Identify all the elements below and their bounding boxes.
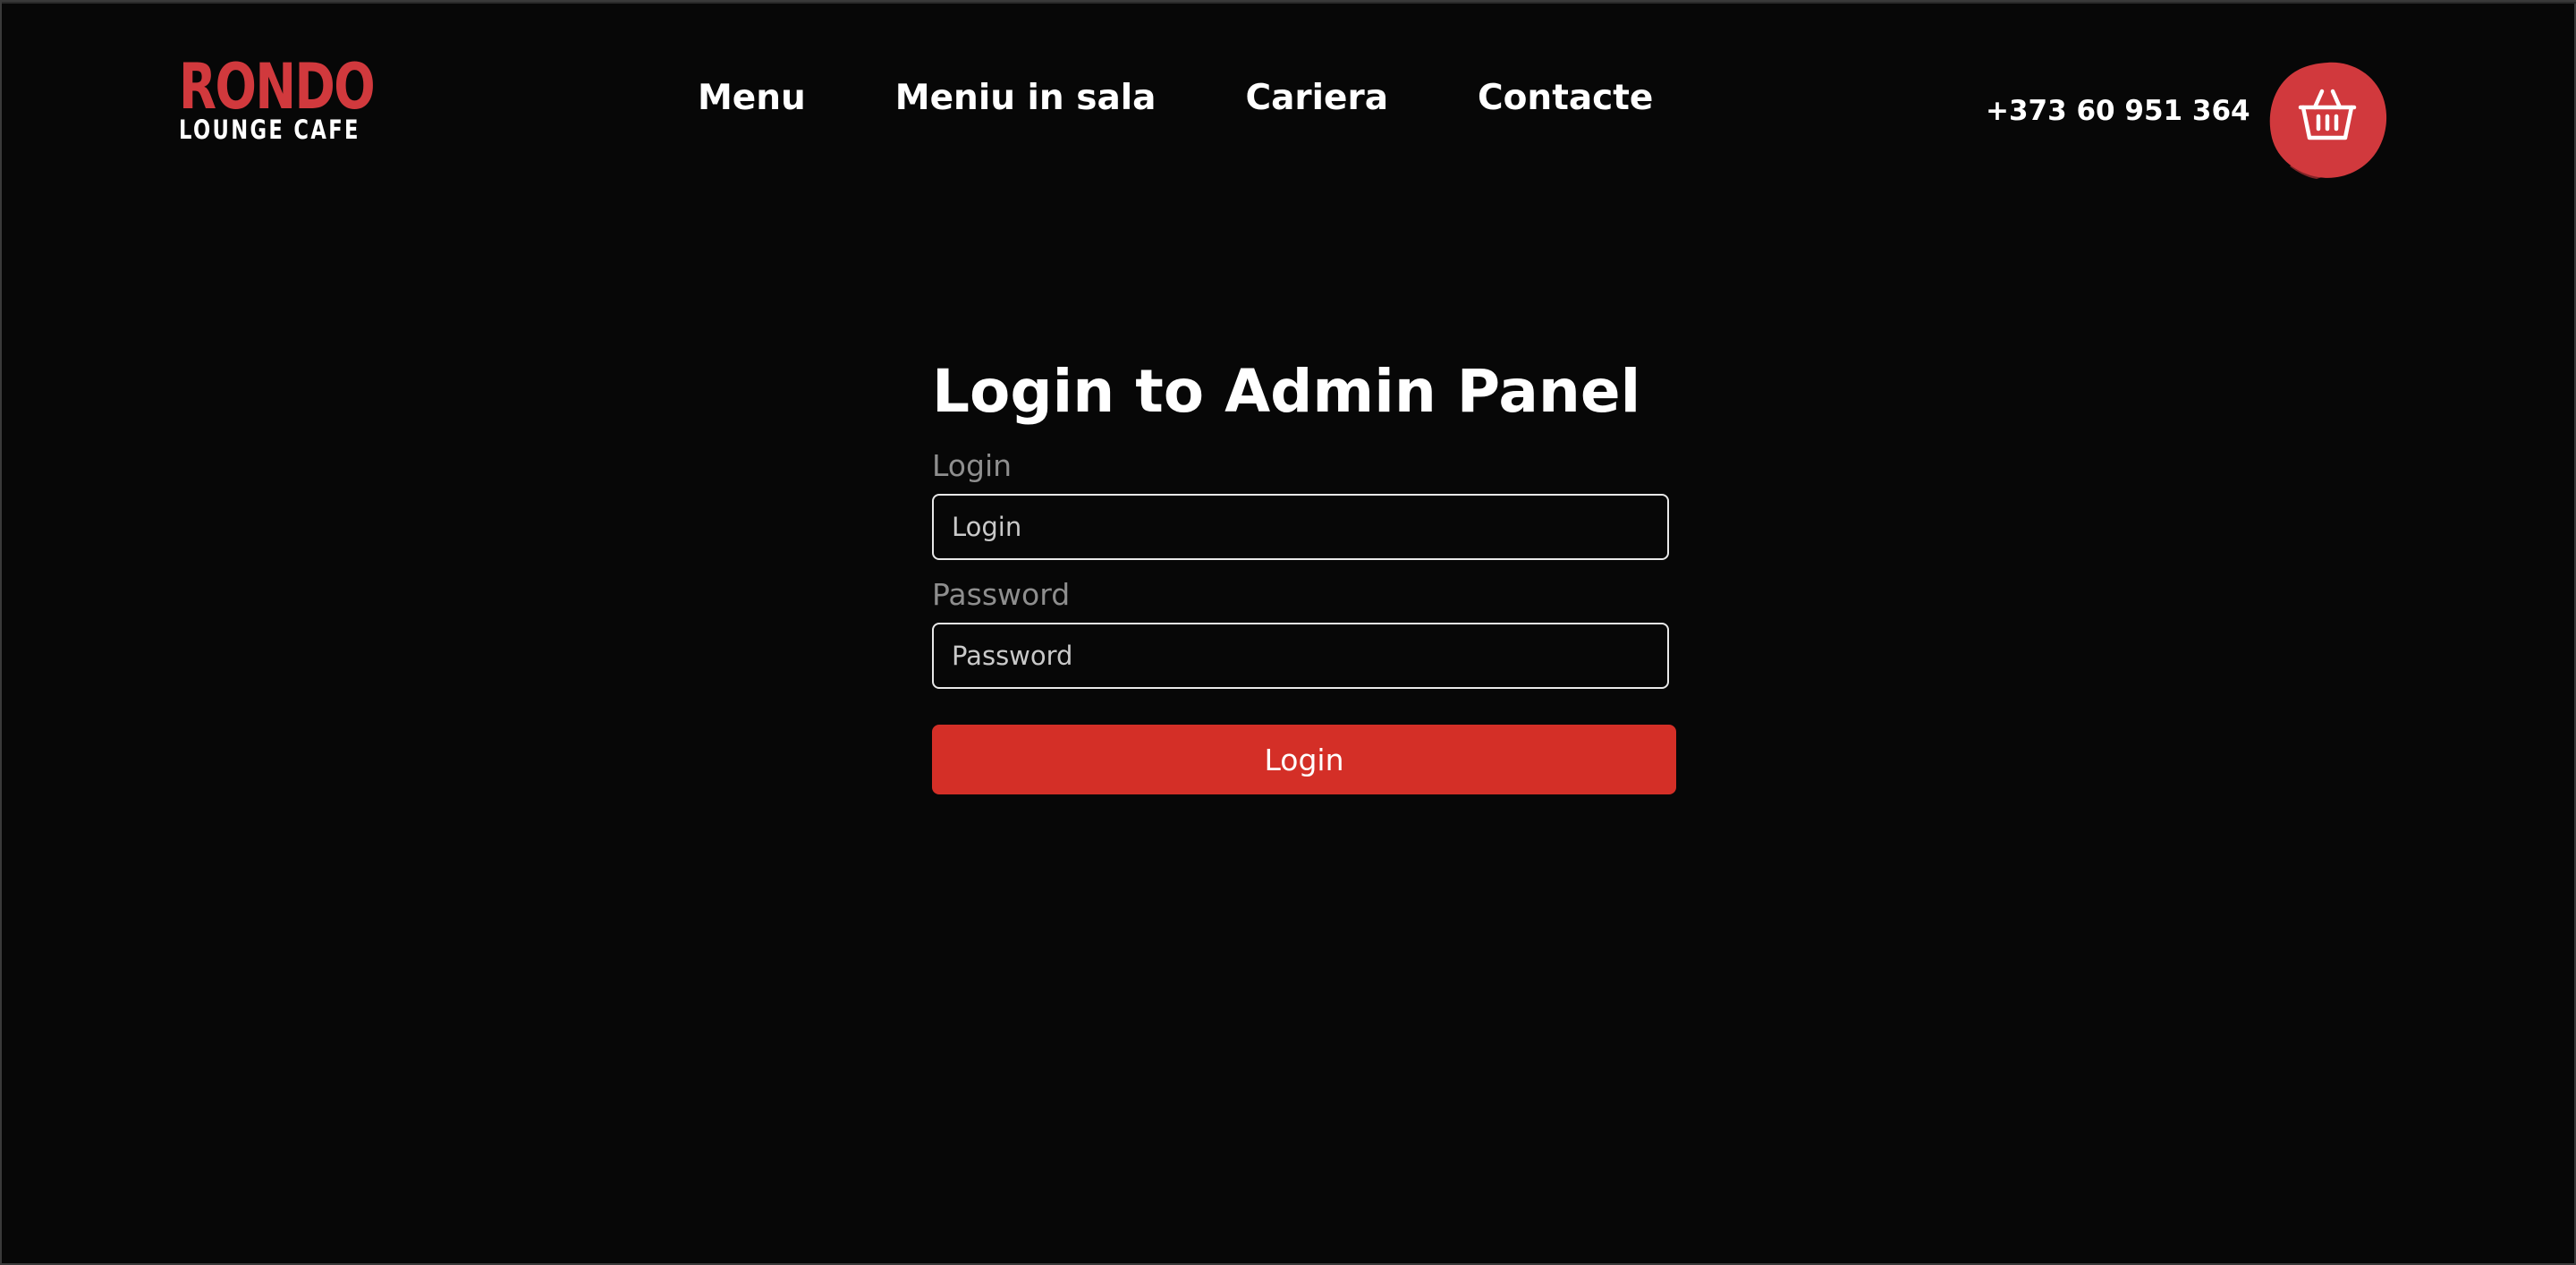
logo[interactable]: RONDO LOUNGE CAFE — [179, 50, 376, 145]
main-nav: Menu Meniu in sala Cariera Contacte — [698, 73, 1653, 123]
nav-item-menu[interactable]: Menu — [698, 73, 806, 123]
login-input[interactable] — [932, 494, 1669, 560]
phone-link[interactable]: +373 60 951 364 — [1986, 91, 2250, 131]
top-divider — [2, 2, 2576, 4]
login-label: Login — [932, 448, 1013, 483]
nav-item-cariera[interactable]: Cariera — [1245, 73, 1388, 123]
logo-subtitle: LOUNGE CAFE — [179, 115, 360, 145]
password-input[interactable] — [932, 623, 1669, 689]
logo-title: RONDO — [179, 50, 376, 123]
nav-item-meniu-in-sala[interactable]: Meniu in sala — [895, 73, 1157, 123]
basket-icon — [2269, 62, 2387, 179]
password-label: Password — [932, 577, 1071, 612]
page: RONDO LOUNGE CAFE Menu Meniu in sala Car… — [0, 0, 2576, 1265]
cart-button[interactable] — [2265, 57, 2390, 183]
login-button[interactable]: Login — [932, 725, 1676, 794]
page-title: Login to Admin Panel — [932, 357, 1641, 426]
nav-item-contacte[interactable]: Contacte — [1478, 73, 1653, 123]
login-form: Login to Admin Panel Login Password Logi… — [932, 356, 1676, 794]
